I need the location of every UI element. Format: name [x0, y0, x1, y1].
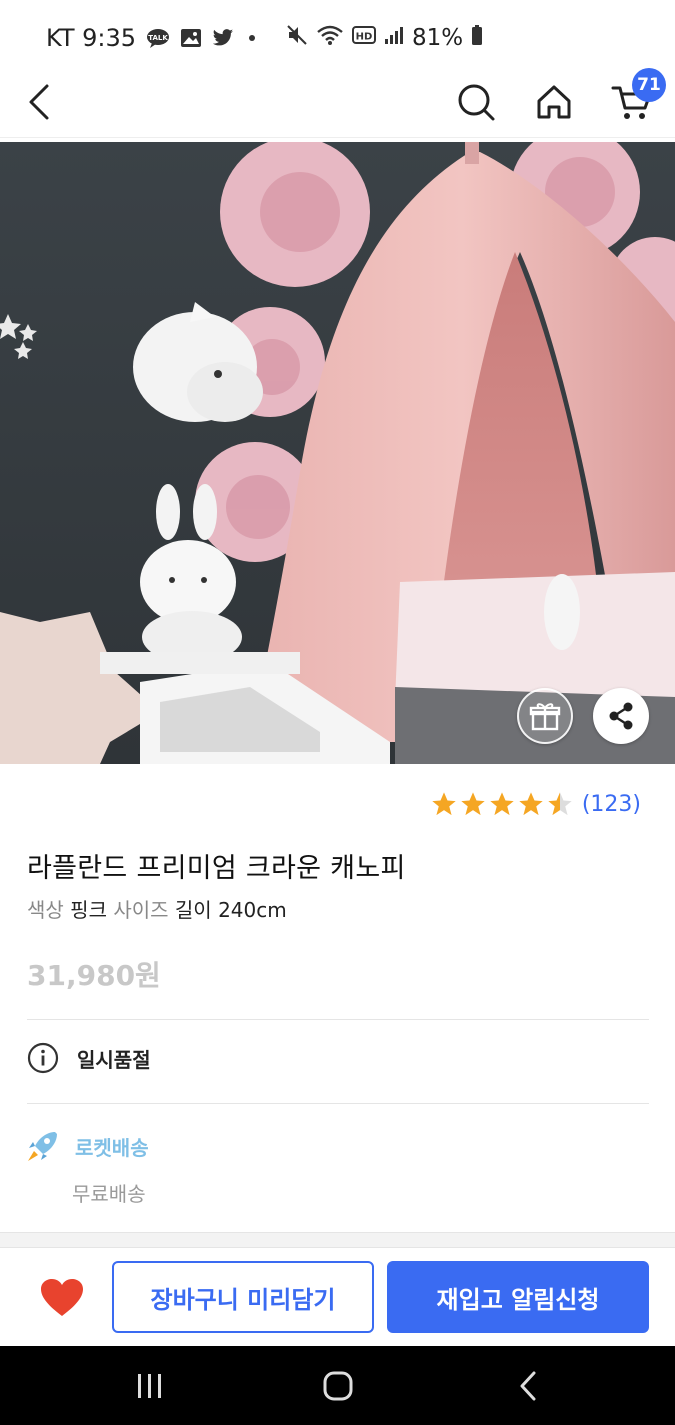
option-color-value: 핑크	[70, 898, 107, 922]
search-icon	[458, 84, 495, 121]
product-title: 라플란드 프리미엄 크라운 캐노피	[27, 853, 406, 884]
svg-text:HD: HD	[356, 32, 373, 43]
free-shipping-label: 무료배송	[72, 1182, 146, 1206]
gift-button[interactable]	[517, 688, 573, 744]
divider	[27, 1019, 649, 1020]
divider	[27, 1103, 649, 1104]
wishlist-button[interactable]	[40, 1278, 84, 1318]
product-price: 31,980원	[27, 959, 161, 992]
wifi-icon	[316, 24, 344, 52]
share-icon	[609, 702, 633, 730]
recent-apps-icon	[138, 1374, 161, 1398]
dot-icon	[244, 28, 260, 48]
battery-icon	[471, 24, 483, 52]
cart-count-badge: 71	[632, 68, 666, 102]
star-icon	[519, 792, 543, 816]
home-circle-icon	[323, 1371, 353, 1401]
search-button[interactable]	[450, 76, 502, 128]
chevron-left-icon	[520, 1371, 536, 1401]
system-nav-bar	[0, 1346, 675, 1425]
home-icon	[537, 85, 571, 119]
add-to-cart-button[interactable]: 장바구니 미리담기	[112, 1261, 374, 1333]
canopy-illustration	[0, 142, 675, 764]
section-separator	[0, 1232, 675, 1248]
recent-apps-button[interactable]	[128, 1364, 172, 1408]
share-button[interactable]	[593, 688, 649, 744]
nav-back-button[interactable]	[506, 1364, 550, 1408]
bottom-action-bar: 장바구니 미리담기 재입고 알림신청	[0, 1248, 675, 1346]
battery-percent: 81%	[412, 25, 464, 51]
product-rating[interactable]: (123)	[430, 790, 641, 818]
product-image[interactable]	[0, 142, 675, 764]
mute-icon	[286, 24, 308, 52]
svg-text:TALK: TALK	[148, 34, 168, 42]
gift-icon	[529, 703, 561, 731]
home-button[interactable]	[528, 76, 580, 128]
option-size-value: 길이 240cm	[174, 898, 287, 922]
product-options: 색상 핑크 사이즈 길이 240cm	[27, 894, 287, 923]
option-size-label: 사이즈	[113, 898, 169, 922]
rocket-icon	[28, 1132, 57, 1161]
option-color-label: 색상	[27, 898, 64, 922]
status-right: HD 81%	[286, 24, 483, 52]
rating-stars	[430, 790, 574, 818]
restock-alert-button[interactable]: 재입고 알림신청	[387, 1261, 649, 1333]
status-left: KT 9:35 TALK	[46, 24, 260, 52]
carrier-time: KT 9:35	[46, 24, 137, 52]
star-icon	[490, 792, 514, 816]
soldout-row: 일시품절	[27, 1042, 151, 1074]
hd-voice-icon: HD	[352, 25, 376, 51]
rocket-delivery-row: 로켓배송	[25, 1128, 149, 1164]
chevron-left-icon	[29, 84, 49, 120]
signal-icon	[384, 25, 404, 51]
talk-icon: TALK	[146, 28, 170, 48]
half-star-icon	[548, 792, 572, 816]
back-button[interactable]	[14, 76, 66, 128]
star-icon	[432, 792, 456, 816]
gallery-icon	[180, 28, 202, 48]
star-icon	[461, 792, 485, 816]
heart-icon	[41, 1279, 83, 1316]
twitter-icon	[212, 28, 234, 48]
rocket-delivery-label: 로켓배송	[75, 1135, 149, 1160]
info-icon	[27, 1042, 59, 1074]
soldout-text: 일시품절	[77, 1047, 151, 1072]
nav-home-button[interactable]	[316, 1364, 360, 1408]
app-header	[0, 66, 675, 138]
rating-count[interactable]: (123)	[582, 792, 641, 817]
